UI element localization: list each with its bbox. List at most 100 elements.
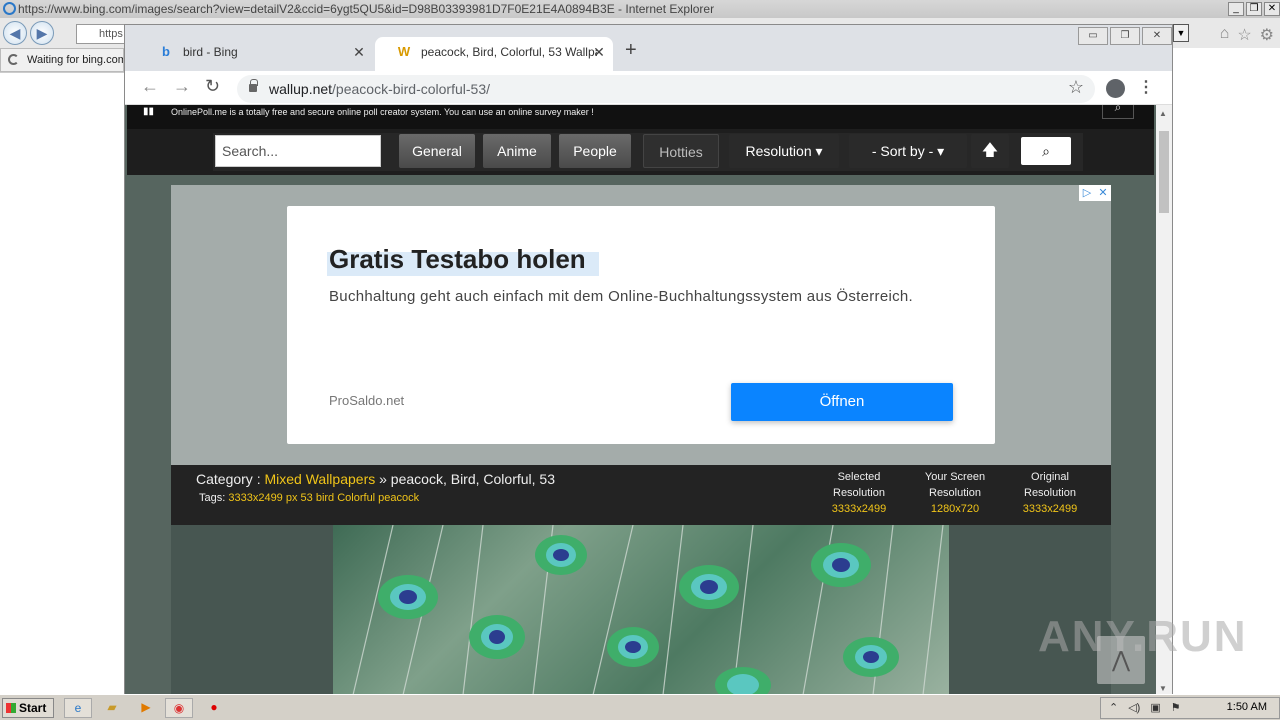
flag-icon[interactable]: ⚑ bbox=[1171, 701, 1181, 714]
ad-open-button[interactable]: Öffnen bbox=[731, 383, 953, 421]
bookmark-star-icon[interactable]: ☆ bbox=[1068, 77, 1084, 98]
ie-logo-icon bbox=[3, 2, 16, 15]
tab-label: bird - Bing bbox=[183, 45, 238, 59]
home-icon[interactable]: ⌂ bbox=[1220, 25, 1230, 45]
chrome-tab-strip: b bird - Bing ✕ W peacock, Bird, Colorfu… bbox=[125, 25, 1172, 71]
ie-address-bar[interactable]: https bbox=[76, 24, 126, 44]
url-path: /peacock-bird-colorful-53/ bbox=[332, 81, 491, 97]
tray-icons: ⌃ ◁) ▣ ⚑ bbox=[1109, 701, 1181, 714]
chrome-taskbar-icon[interactable]: ◉ bbox=[165, 698, 193, 718]
ad-badges: ▷ ✕ bbox=[1079, 185, 1111, 201]
new-tab-plus-icon[interactable]: + bbox=[625, 39, 637, 62]
tab-peacock-wallpaper[interactable]: W peacock, Bird, Colorful, 53 Wallpaper … bbox=[375, 37, 613, 71]
back-arrow-icon[interactable]: ← bbox=[141, 76, 159, 97]
ie-window-controls: _ ❐ ✕ bbox=[1228, 0, 1280, 16]
tab-label: peacock, Bird, Colorful, 53 Wallpaper bbox=[421, 45, 597, 59]
reload-icon[interactable]: ↻ bbox=[205, 76, 220, 97]
url-host: wallup.net bbox=[269, 81, 333, 97]
media-player-icon[interactable]: ▶ bbox=[132, 698, 160, 718]
res-line2: Resolution bbox=[929, 487, 981, 499]
ad-close-icon[interactable]: ✕ bbox=[1095, 185, 1111, 201]
tags-label: Tags: bbox=[199, 492, 226, 504]
web-page: ▮▮ OnlinePoll.me is a totally free and s… bbox=[125, 105, 1156, 695]
res-value[interactable]: 3333x2499 bbox=[1010, 501, 1090, 517]
ie-taskbar-icon[interactable]: e bbox=[64, 698, 92, 718]
page-scrollbar[interactable]: ▲ ▼ bbox=[1156, 105, 1172, 695]
url-field[interactable]: wallup.net/peacock-bird-colorful-53/ bbox=[237, 75, 1095, 103]
ie-dropdown-icon[interactable]: ▼ bbox=[1173, 24, 1189, 42]
scroll-up-icon[interactable]: ▲ bbox=[1159, 109, 1167, 118]
site-search-input[interactable]: Search... bbox=[215, 135, 381, 167]
search-icon: ⌕ bbox=[1042, 143, 1050, 159]
search-button[interactable]: ⌕ bbox=[1021, 137, 1071, 165]
ie-maximize-button[interactable]: ❐ bbox=[1246, 2, 1262, 16]
lock-icon bbox=[249, 79, 258, 92]
scroll-thumb[interactable] bbox=[1159, 131, 1169, 213]
account-avatar-icon[interactable] bbox=[1106, 79, 1125, 98]
ie-divider bbox=[0, 72, 124, 73]
start-button[interactable]: Start bbox=[2, 698, 54, 718]
category-rest: » peacock, Bird, Colorful, 53 bbox=[379, 471, 555, 487]
adchoices-icon[interactable]: ▷ bbox=[1079, 185, 1095, 201]
wallup-favicon-icon: W bbox=[397, 44, 411, 59]
res-line2: Resolution bbox=[1024, 487, 1076, 499]
tab-close-icon[interactable]: ✕ bbox=[351, 37, 367, 67]
top-search-icon[interactable]: ⌕ bbox=[1102, 105, 1134, 119]
tray-expand-icon[interactable]: ⌃ bbox=[1109, 701, 1118, 714]
nav-people-button[interactable]: People bbox=[559, 134, 631, 168]
tab-close-icon[interactable]: ✕ bbox=[591, 37, 607, 67]
tags-links[interactable]: 3333x2499 px 53 bird Colorful peacock bbox=[228, 492, 419, 504]
tab-bird-bing[interactable]: b bird - Bing ✕ bbox=[137, 37, 373, 71]
forward-arrow-icon[interactable]: → bbox=[173, 76, 191, 97]
volume-icon[interactable]: ◁) bbox=[1128, 701, 1140, 714]
ie-close-button[interactable]: ✕ bbox=[1264, 2, 1280, 16]
top-banner: ▮▮ OnlinePoll.me is a totally free and s… bbox=[127, 105, 1154, 129]
ie-forward-icon[interactable]: ▶ bbox=[30, 21, 54, 45]
ad-source[interactable]: ProSaldo.net bbox=[329, 393, 404, 408]
back-to-top-icon[interactable]: ⋀ bbox=[1097, 636, 1145, 684]
upload-arrow-icon[interactable]: 🡅 bbox=[971, 134, 1009, 168]
clock[interactable]: 1:50 AM bbox=[1227, 701, 1267, 713]
chrome-restore-button[interactable]: ❐ bbox=[1110, 27, 1140, 45]
ad-banner[interactable]: ▷ ✕ Gratis Testabo holen Buchhaltung geh… bbox=[171, 185, 1111, 465]
ie-tab[interactable]: Waiting for bing.com bbox=[0, 48, 124, 72]
chrome-close-button[interactable]: ✕ bbox=[1142, 27, 1172, 45]
peacock-wallpaper-image[interactable] bbox=[333, 525, 949, 695]
chrome-minimize-button[interactable]: ▭ bbox=[1078, 27, 1108, 45]
loading-spinner-icon bbox=[8, 54, 19, 65]
res-line1: Original bbox=[1031, 471, 1069, 483]
nav-anime-button[interactable]: Anime bbox=[483, 134, 551, 168]
ie-back-icon[interactable]: ◀ bbox=[3, 21, 27, 45]
nav-hotties-button[interactable]: Hotties bbox=[643, 134, 719, 168]
menu-kebab-icon[interactable]: ⋮ bbox=[1138, 77, 1154, 97]
res-value[interactable]: 1280x720 bbox=[915, 501, 995, 517]
bing-favicon-icon: b bbox=[162, 44, 170, 59]
favorites-star-icon[interactable]: ☆ bbox=[1237, 25, 1251, 45]
category-link[interactable]: Mixed Wallpapers bbox=[264, 471, 375, 487]
ie-content-area bbox=[1172, 72, 1280, 692]
scroll-down-icon[interactable]: ▼ bbox=[1159, 684, 1167, 693]
ie-toolbar-icons: ⌂ ☆ ⚙ bbox=[1220, 25, 1274, 45]
menu-icon[interactable]: ▮▮ bbox=[143, 105, 154, 119]
category-bar: Category : Mixed Wallpapers » peacock, B… bbox=[171, 465, 1111, 525]
resolution-dropdown[interactable]: Resolution ▾ bbox=[729, 134, 839, 168]
ie-tab-label: Waiting for bing.com bbox=[27, 54, 124, 66]
explorer-folder-icon[interactable]: ▰ bbox=[98, 698, 126, 718]
ad-title[interactable]: Gratis Testabo holen bbox=[329, 244, 586, 275]
chrome-window-controls: ▭ ❐ ✕ bbox=[1076, 25, 1172, 45]
top-banner-text: OnlinePoll.me is a totally free and secu… bbox=[171, 107, 594, 117]
network-icon[interactable]: ▣ bbox=[1150, 701, 1160, 714]
res-line1: Selected bbox=[837, 471, 881, 483]
selected-resolution: Selected Resolution 3333x2499 bbox=[819, 469, 899, 517]
ad-card[interactable]: Gratis Testabo holen Buchhaltung geht au… bbox=[287, 206, 995, 444]
ad-description: Buchhaltung geht auch einfach mit dem On… bbox=[329, 288, 914, 305]
res-value[interactable]: 3333x2499 bbox=[819, 501, 899, 517]
res-line1: Your Screen bbox=[924, 471, 986, 483]
sort-by-dropdown[interactable]: - Sort by - ▾ bbox=[849, 134, 967, 168]
warning-app-icon[interactable]: ● bbox=[200, 698, 228, 718]
ie-minimize-button[interactable]: _ bbox=[1228, 2, 1244, 16]
settings-gear-icon[interactable]: ⚙ bbox=[1260, 25, 1274, 45]
taskbar: Start e ▰ ▶ ◉ ● ⌃ ◁) ▣ ⚑ 1:50 AM bbox=[0, 694, 1280, 720]
res-line2: Resolution bbox=[833, 487, 885, 499]
nav-general-button[interactable]: General bbox=[399, 134, 475, 168]
